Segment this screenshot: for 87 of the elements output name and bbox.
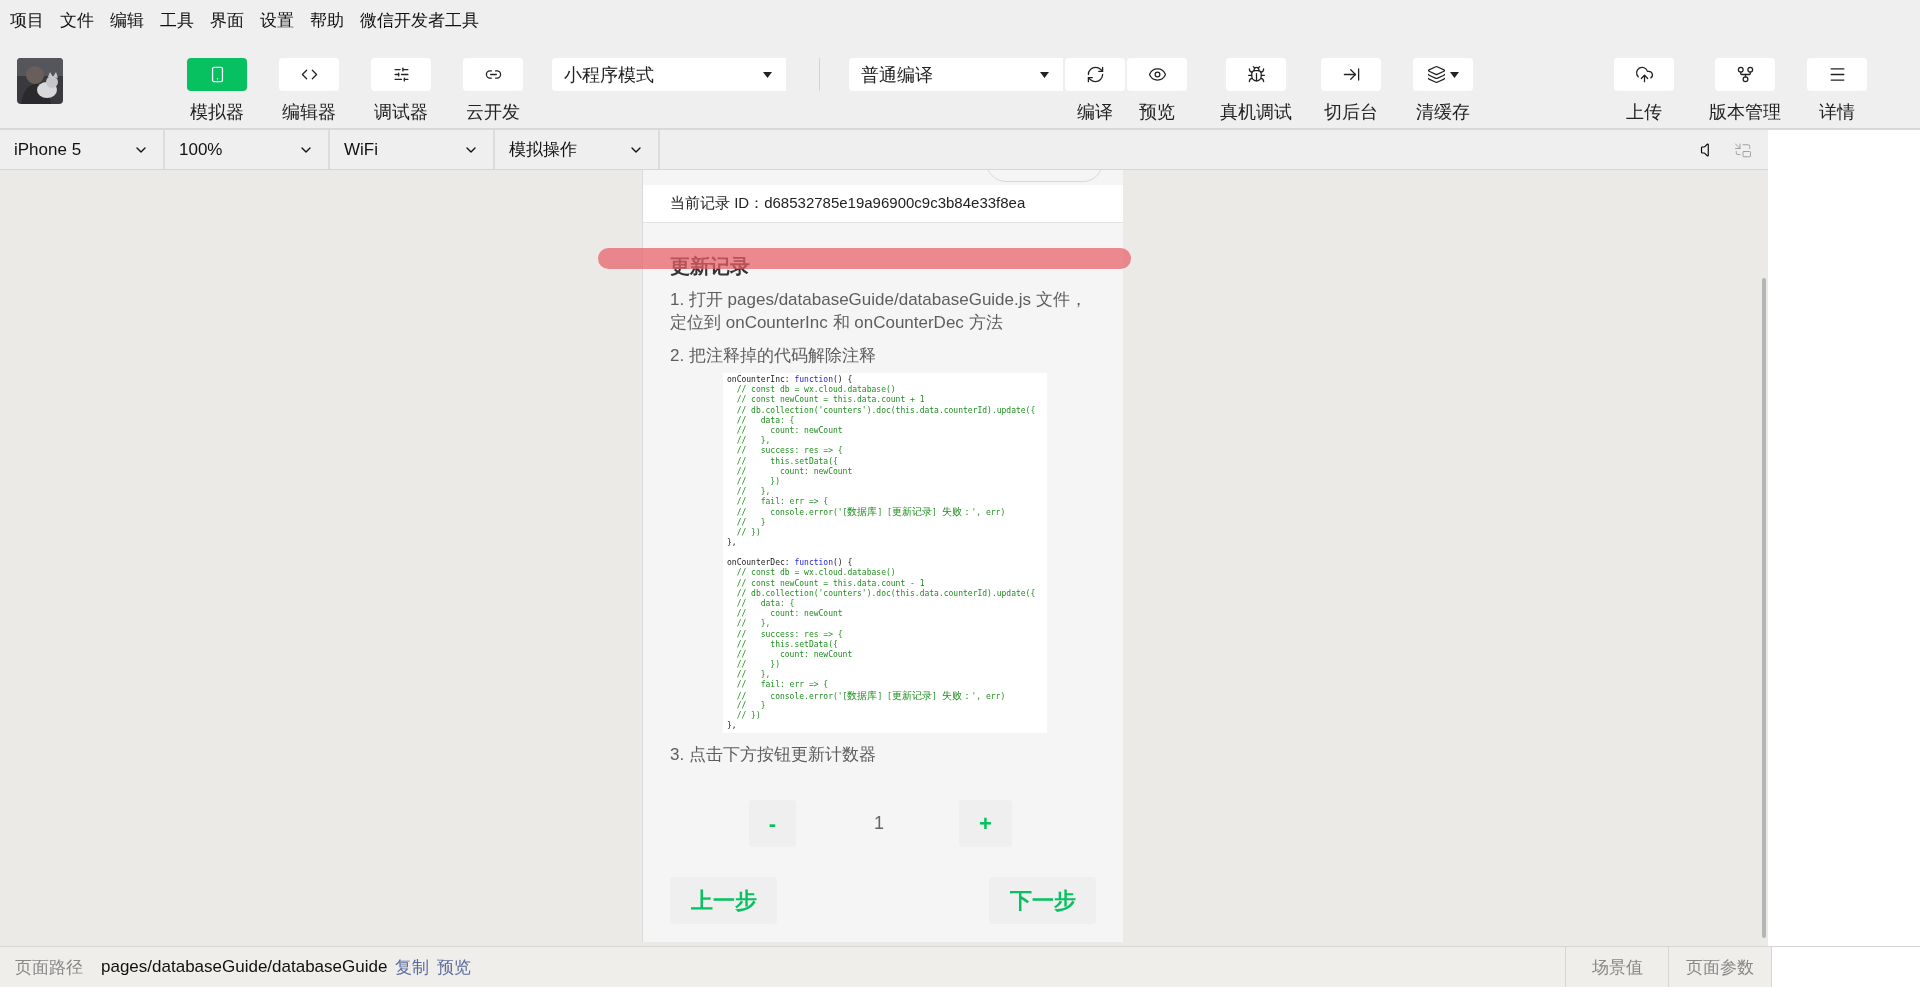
code-line: // }, (735, 619, 772, 630)
toolbar-label: 预览 (1139, 101, 1175, 124)
code-line: onCounterInc: function() { (727, 375, 854, 385)
menu-item[interactable]: 文件 (60, 8, 94, 32)
menu-item[interactable]: 设置 (260, 8, 294, 32)
menu-item[interactable]: 工具 (160, 8, 194, 32)
caret-icon (1040, 71, 1049, 78)
code-line: }, (727, 538, 738, 549)
step-text: 1. 打开 pages/databaseGuide/databaseGuide.js 文件，定位到 onCounterInc 和 onCounterDec 方法 (670, 289, 1088, 334)
counter-value: 1 (874, 813, 884, 835)
layers-icon (1427, 65, 1446, 84)
caret-icon (763, 71, 772, 78)
menu-item[interactable]: 界面 (210, 8, 244, 32)
code-line: // count: newCount (735, 609, 844, 619)
page-path: pages/databaseGuide/databaseGuide (101, 957, 388, 977)
step-text: 3. 点击下方按钮更新计数器 (670, 744, 877, 767)
code-line: // this.setData({ (735, 456, 839, 467)
toolbar-label: 编辑器 (282, 101, 336, 124)
code-line: // }) (735, 476, 781, 487)
compile-select[interactable]: 普通编译 (849, 58, 1063, 91)
toolbar-label: 清缓存 (1416, 101, 1470, 124)
code-line: // console.error('[数据库] [更新记录] 失败：', err) (735, 690, 1007, 701)
toolbar-button[interactable] (1715, 58, 1775, 91)
code-line: // } (735, 517, 767, 528)
code-line: // count: newCount (735, 466, 854, 477)
toolbar-button[interactable] (1226, 58, 1286, 91)
menu-item[interactable]: 微信开发者工具 (360, 8, 479, 32)
code-line: // success: res => { (735, 629, 844, 640)
code-line: // count: newCount (735, 649, 854, 660)
toolbar-button[interactable] (1413, 58, 1473, 91)
view-toggle-button[interactable] (463, 58, 523, 91)
menu-item[interactable]: 编辑 (110, 8, 144, 32)
code-line: // }) (735, 527, 762, 538)
toolbar-label: 模拟器 (190, 101, 244, 124)
view-toggle-button[interactable] (371, 58, 431, 91)
code-line: // }, (735, 487, 772, 497)
code-line: // }) (735, 660, 781, 670)
toolbar-label: 真机调试 (1220, 101, 1292, 124)
code-line: // count: newCount (735, 425, 844, 436)
toolbar-label: 上传 (1626, 101, 1662, 124)
code-line: // success: res => { (735, 446, 844, 457)
toolbar-label: 云开发 (466, 101, 520, 124)
toolbar-label: 切后台 (1324, 101, 1378, 124)
sliders-icon (392, 66, 410, 83)
code-line: // const newCount = this.data.count - 1 (735, 578, 926, 589)
eye-icon (1147, 65, 1167, 84)
toolbar-label: 编译 (1077, 101, 1113, 124)
toolbar-label: 版本管理 (1709, 101, 1781, 124)
code-line: onCounterDec: function() { (727, 558, 854, 568)
step-text: 2. 把注释掉的代码解除注释 (670, 345, 877, 367)
bug-icon (1246, 65, 1266, 84)
toolbar-button[interactable] (1065, 58, 1125, 91)
code-line: // data: { (735, 415, 796, 426)
code-line: // fail: err => { (735, 680, 830, 691)
toolbar-label: 调试器 (374, 101, 428, 124)
code-line: // const db = wx.cloud.database() (735, 568, 897, 579)
view-toggle-button[interactable] (187, 58, 247, 91)
refresh-icon (1085, 65, 1105, 84)
toolbar-button[interactable] (1614, 58, 1674, 91)
scrollbar[interactable] (1762, 278, 1766, 938)
code-line: // }, (735, 670, 772, 680)
code-line: // this.setData({ (735, 639, 839, 650)
caret-icon (1450, 71, 1459, 78)
code-line: // }, (735, 436, 772, 446)
status-link[interactable]: 复制 (395, 955, 430, 979)
code-line: }, (727, 721, 738, 732)
status-label: 页面路径 (15, 956, 83, 979)
status-link[interactable]: 预览 (437, 955, 472, 979)
code-line: // console.error('[数据库] [更新记录] 失败：', err) (735, 507, 1007, 518)
code-line: // const newCount = this.data.count + 1 (735, 395, 926, 406)
code-line: // const db = wx.cloud.database() (735, 385, 897, 395)
menu-item[interactable]: 帮助 (310, 8, 344, 32)
code-line: // }) (735, 711, 762, 722)
record-id-text: 当前记录 ID：d68532785e19a96900c9c3b84e33f8ea (670, 194, 1026, 213)
view-toggle-button[interactable] (279, 58, 339, 91)
code-line: // } (735, 700, 767, 711)
branch-icon (1735, 65, 1755, 84)
menu-item[interactable]: 项目 (10, 8, 44, 32)
mode-select[interactable]: 小程序模式 (552, 58, 786, 91)
toolbar-label: 详情 (1819, 101, 1855, 124)
code-line: // data: { (735, 598, 796, 609)
code-line: // db.collection('counters').doc(this.data.counterId).update({ (735, 588, 1037, 599)
toolbar-button[interactable] (1127, 58, 1187, 91)
code-line: // fail: err => { (735, 497, 830, 508)
arrow-to-line-icon (1341, 65, 1361, 84)
cloud-upload-icon (1634, 65, 1654, 84)
code-line: // db.collection('counters').doc(this.data.counterId).update({ (735, 405, 1037, 416)
